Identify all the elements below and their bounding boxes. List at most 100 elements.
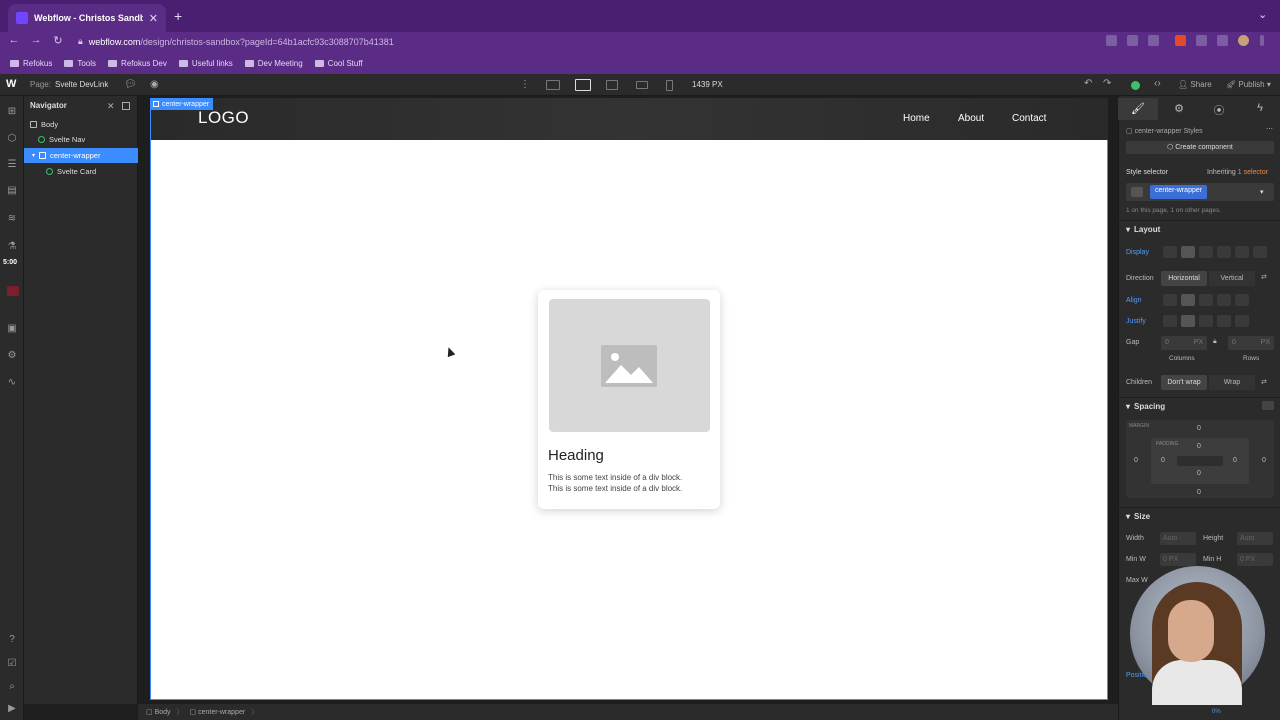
reload-icon[interactable]: ↻ <box>50 34 66 47</box>
forward-icon[interactable]: → <box>28 34 44 46</box>
reverse-direction-icon[interactable]: ⇄ <box>1261 273 1267 281</box>
new-tab-button[interactable]: + <box>174 8 182 24</box>
padding-right-value[interactable]: 0 <box>1233 457 1237 464</box>
style-manager-icon[interactable]: ⦿ <box>1212 102 1226 117</box>
padding-top-value[interactable]: 0 <box>1197 443 1201 450</box>
element-settings-gear-icon[interactable]: ⚙ <box>1172 102 1186 115</box>
preview-eye-icon[interactable]: ◉ <box>150 79 159 90</box>
more-icon[interactable]: ⋮ <box>520 79 530 90</box>
share-button[interactable]: 👤︎ Share <box>1178 80 1212 89</box>
add-elements-icon[interactable]: ⊞ <box>5 106 19 117</box>
site-nav-contact[interactable]: Contact <box>1012 113 1046 124</box>
selector-dropdown-icon[interactable]: ▾ <box>1260 188 1264 196</box>
justify-options[interactable] <box>1163 315 1249 327</box>
layout-section-header[interactable]: ▾ Layout <box>1118 220 1280 238</box>
checklist-icon[interactable]: ☑ <box>5 658 19 669</box>
display-options[interactable] <box>1163 246 1267 258</box>
site-logo[interactable]: LOGO <box>198 108 249 128</box>
breakpoint-landscape-icon[interactable] <box>636 81 648 89</box>
nav-item-svelte-nav[interactable]: Svelte Nav <box>28 132 136 147</box>
caret-down-icon[interactable]: ▾ <box>32 152 35 159</box>
sidebar-icon[interactable] <box>1217 35 1228 46</box>
browser-menu-icon[interactable] <box>1260 35 1264 46</box>
card-heading[interactable]: Heading <box>548 447 604 464</box>
size-section-header[interactable]: ▾ Size <box>1118 507 1280 525</box>
breakpoint-desktop-icon[interactable] <box>575 79 591 91</box>
style-brush-icon[interactable]: 🖌︎ <box>1131 102 1145 115</box>
comment-icon[interactable]: 💬︎ <box>124 79 137 90</box>
bookmark-useful-links[interactable]: Useful links <box>178 59 233 68</box>
help-icon[interactable]: ? <box>5 634 19 645</box>
site-nav-home[interactable]: Home <box>903 113 930 124</box>
wrap-reverse-icon[interactable]: ⇄ <box>1261 378 1267 386</box>
back-icon[interactable]: ← <box>6 34 22 46</box>
pages-icon[interactable]: ▤ <box>5 185 19 196</box>
nav-item-svelte-card[interactable]: Svelte Card <box>28 164 136 179</box>
webflow-logo-icon[interactable]: W <box>6 78 16 90</box>
site-nav-about[interactable]: About <box>958 113 984 124</box>
dock-navigator-icon[interactable] <box>122 102 130 110</box>
assets-icon[interactable]: ▣ <box>5 323 19 334</box>
bookmark-refokus[interactable]: Refokus <box>10 59 52 68</box>
nav-item-center-wrapper[interactable]: ▾ center-wrapper <box>24 148 138 163</box>
card-text-line-2[interactable]: This is some text inside of a div block. <box>548 484 682 493</box>
spacing-section-header[interactable]: ▾ Spacing <box>1118 397 1280 415</box>
close-tab-icon[interactable]: ✕ <box>149 12 158 25</box>
bookmark-refokus-dev[interactable]: Refokus Dev <box>108 59 167 68</box>
recording-icon[interactable] <box>7 286 19 296</box>
align-options[interactable] <box>1163 294 1249 306</box>
url-field[interactable]: 🔒︎ webflow.com/design/christos-sandbox?p… <box>78 34 1098 49</box>
undo-icon[interactable]: ↶ <box>1084 78 1092 89</box>
extensions-puzzle-icon[interactable] <box>1196 35 1207 46</box>
direction-horizontal-button[interactable]: Horizontal <box>1161 271 1207 286</box>
bookmark-cool-stuff[interactable]: Cool Stuff <box>314 59 363 68</box>
margin-right-value[interactable]: 0 <box>1262 457 1266 464</box>
nav-item-body[interactable]: Body <box>28 117 136 132</box>
navigator-icon[interactable]: ☰ <box>5 159 19 170</box>
padding-bottom-value[interactable]: 0 <box>1197 470 1201 477</box>
gap-columns-input[interactable]: 0 PX <box>1161 336 1207 350</box>
ecommerce-icon[interactable]: ⚗ <box>5 241 19 252</box>
breadcrumb-body[interactable]: ▢ Body <box>146 708 171 716</box>
margin-left-value[interactable]: 0 <box>1134 457 1138 464</box>
wrap-button[interactable]: Wrap <box>1209 375 1255 390</box>
margin-bottom-value[interactable]: 0 <box>1197 489 1201 496</box>
width-input[interactable]: Auto · <box>1160 532 1196 545</box>
breakpoint-large-icon[interactable] <box>546 80 560 90</box>
video-icon[interactable]: ▶ <box>5 703 19 714</box>
breadcrumb-center-wrapper[interactable]: ▢ center-wrapper <box>190 708 246 716</box>
height-input[interactable]: Auto · <box>1237 532 1273 545</box>
card-text-line-1[interactable]: This is some text inside of a div block. <box>548 473 682 482</box>
min-height-input[interactable]: 0 PX <box>1237 553 1273 566</box>
min-width-input[interactable]: 0 PX <box>1160 553 1196 566</box>
redo-icon[interactable]: ↷ <box>1103 78 1111 89</box>
spacing-options-icon[interactable] <box>1262 401 1274 410</box>
padding-left-value[interactable]: 0 <box>1161 457 1165 464</box>
dont-wrap-button[interactable]: Don't wrap <box>1161 375 1207 390</box>
install-icon[interactable] <box>1106 35 1117 46</box>
breakpoint-tablet-icon[interactable] <box>606 80 618 90</box>
extension-icon[interactable] <box>1175 35 1186 46</box>
settings-gear-icon[interactable]: ⚙ <box>5 350 19 361</box>
interactions-bolt-icon[interactable]: ϟ <box>1253 102 1267 114</box>
create-component-button[interactable]: ⬡ Create component <box>1126 141 1274 154</box>
code-icon[interactable]: ‹› <box>1154 78 1161 89</box>
bookmark-tools[interactable]: Tools <box>64 59 96 68</box>
margin-top-value[interactable]: 0 <box>1197 425 1201 432</box>
publish-button[interactable]: 🚀︎ Publish ▾ <box>1226 80 1271 89</box>
components-icon[interactable]: ⬡ <box>5 133 19 144</box>
gap-rows-input[interactable]: 0 PX <box>1228 336 1274 350</box>
tab-list-chevron-icon[interactable]: ⌄ <box>1258 8 1267 21</box>
audit-icon[interactable]: ∿ <box>5 377 19 388</box>
cms-icon[interactable]: ≋ <box>5 213 19 224</box>
share-page-icon[interactable] <box>1127 35 1138 46</box>
browser-tab[interactable]: Webflow - Christos Sandbox ✕ <box>8 4 166 32</box>
profile-avatar[interactable] <box>1238 35 1249 46</box>
breakpoint-mobile-icon[interactable] <box>666 80 673 91</box>
search-icon[interactable]: ⌕ <box>5 681 19 692</box>
selected-element-badge[interactable]: center-wrapper <box>150 98 214 110</box>
more-options-icon[interactable]: ⋯ <box>1266 125 1273 133</box>
close-navigator-icon[interactable]: ✕ <box>107 101 115 112</box>
bookmark-dev-meeting[interactable]: Dev Meeting <box>244 59 303 68</box>
direction-vertical-button[interactable]: Vertical <box>1209 271 1255 286</box>
